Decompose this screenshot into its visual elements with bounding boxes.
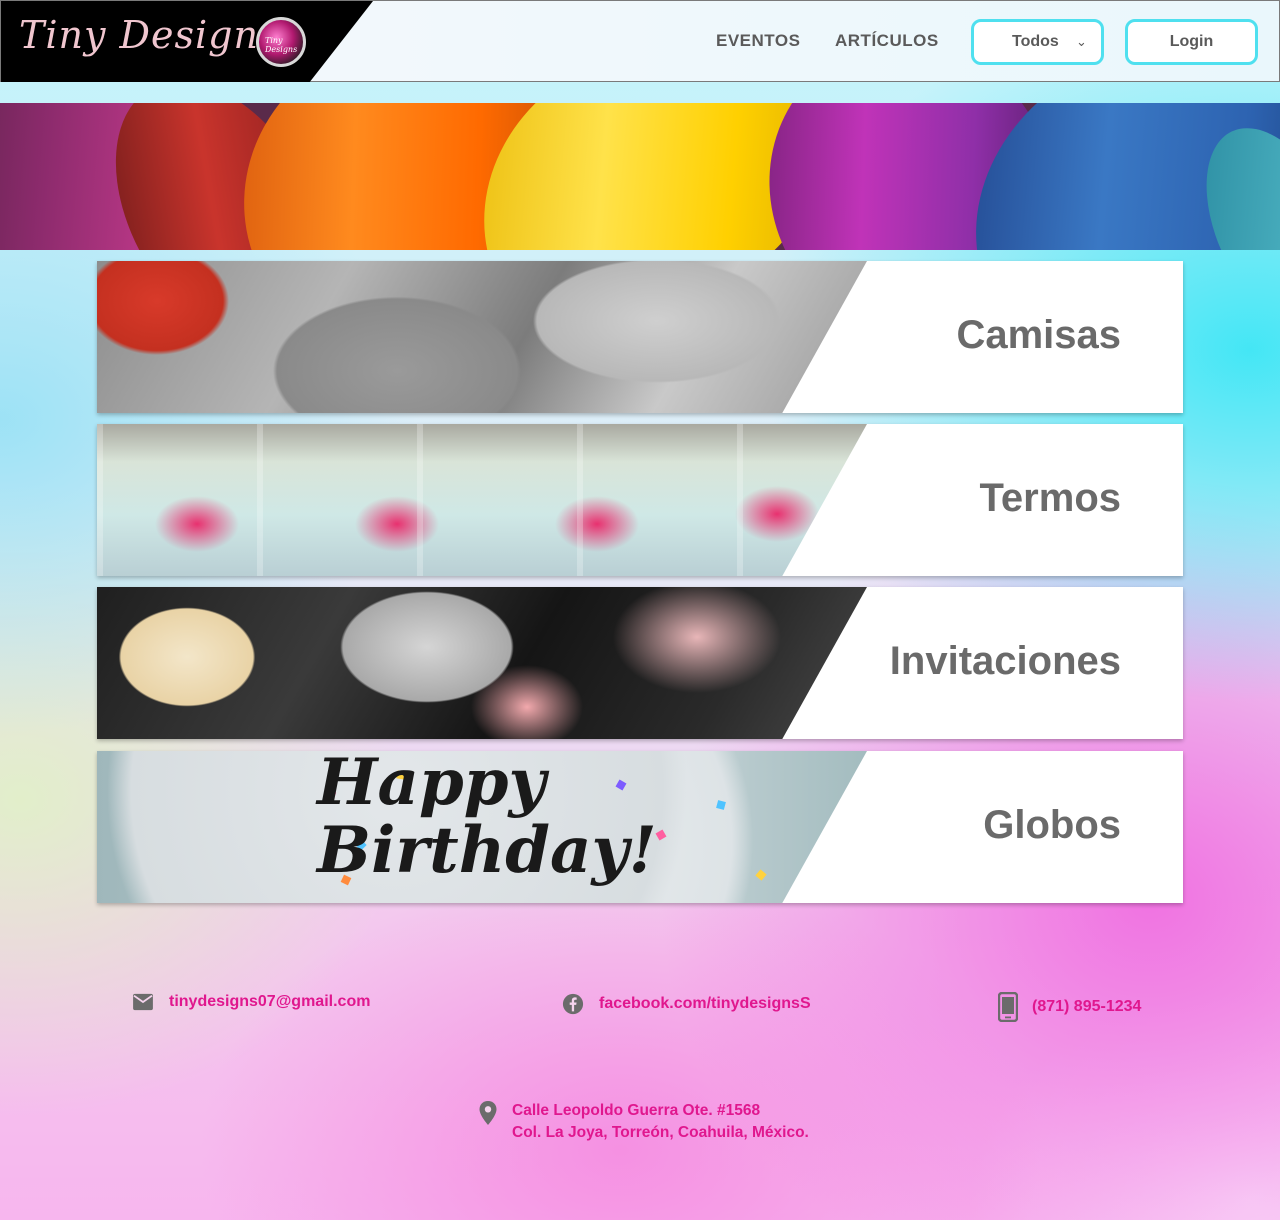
category-photo-globos: Happy Birthday! <box>97 751 867 903</box>
confetti <box>755 869 767 881</box>
happy-birthday-text: Happy Birthday! <box>317 751 657 888</box>
top-navbar: Tiny Designs Tiny Designs EVENTOS ARTÍCU… <box>0 0 1280 82</box>
facebook-text: facebook.com/tinydesignsS <box>599 995 811 1012</box>
category-label: Camisas <box>956 313 1121 357</box>
email-link[interactable]: tinydesigns07@gmail.com <box>132 993 370 1011</box>
category-photo-camisas <box>97 261 867 413</box>
logo-badge-text: Tiny Designs <box>265 36 298 54</box>
email-text: tinydesigns07@gmail.com <box>169 993 371 1010</box>
chevron-down-icon: ⌄ <box>1076 34 1087 49</box>
hero-banner-image <box>0 103 1280 250</box>
location-pin-icon <box>479 1101 497 1125</box>
nav-articulos-link[interactable]: ARTÍCULOS <box>835 31 939 51</box>
smartphone-icon <box>998 992 1018 1022</box>
address-block: Calle Leopoldo Guerra Ote. #1568 Col. La… <box>478 1100 809 1144</box>
address-line-1: Calle Leopoldo Guerra Ote. #1568 <box>512 1102 761 1119</box>
logo-badge-icon: Tiny Designs <box>256 17 306 67</box>
category-card-termos[interactable]: Termos <box>97 424 1183 576</box>
login-button[interactable]: Login <box>1125 19 1258 65</box>
facebook-link[interactable]: facebook.com/tinydesignsS <box>562 993 811 1015</box>
phone-link[interactable]: (871) 895-1234 <box>998 992 1141 1022</box>
logo[interactable]: Tiny Designs Tiny Designs <box>1 1 373 82</box>
logo-text: Tiny Designs <box>19 13 280 57</box>
address-lines: Calle Leopoldo Guerra Ote. #1568 Col. La… <box>512 1100 809 1144</box>
category-label: Globos <box>983 803 1121 847</box>
category-label: Invitaciones <box>889 639 1121 683</box>
category-card-globos[interactable]: Happy Birthday! Globos <box>97 751 1183 903</box>
category-card-camisas[interactable]: Camisas <box>97 261 1183 413</box>
mail-icon <box>133 993 153 1011</box>
category-photo-invitaciones <box>97 587 867 739</box>
category-label: Termos <box>979 476 1121 520</box>
category-photo-termos <box>97 424 867 576</box>
phone-text: (871) 895-1234 <box>1032 998 1142 1015</box>
filter-select-value: Todos <box>1012 33 1059 50</box>
confetti <box>655 829 667 841</box>
filter-select[interactable]: Todos ⌄ <box>971 19 1104 65</box>
confetti <box>716 800 726 810</box>
address-line-2: Col. La Joya, Torreón, Coahuila, México. <box>512 1124 809 1141</box>
nav-eventos-link[interactable]: EVENTOS <box>716 31 800 51</box>
category-card-invitaciones[interactable]: Invitaciones <box>97 587 1183 739</box>
facebook-icon <box>562 993 584 1015</box>
